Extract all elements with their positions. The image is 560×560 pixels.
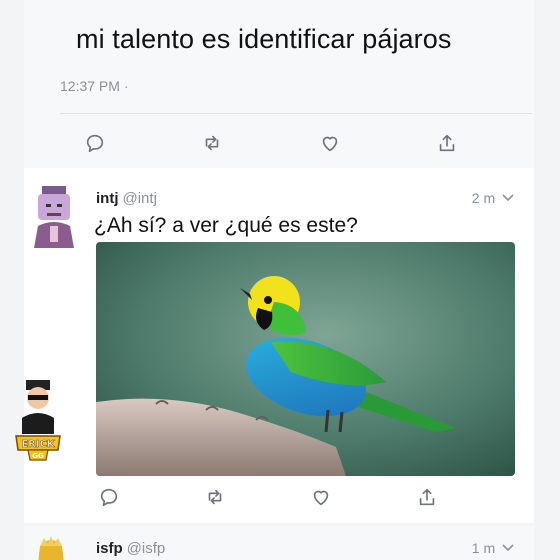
heart-icon[interactable] <box>310 486 332 508</box>
heart-icon[interactable] <box>319 132 341 154</box>
share-icon[interactable] <box>436 132 458 154</box>
time-label: 1 m <box>471 540 496 556</box>
tweet-author[interactable]: isfp @isfp <box>96 540 165 557</box>
time-label: 2 m <box>471 190 496 206</box>
tweet-image[interactable] <box>96 242 515 476</box>
tweet-author[interactable]: intj @intj <box>96 190 157 207</box>
reply-icon[interactable] <box>98 486 120 508</box>
svg-text:GG: GG <box>32 452 44 460</box>
tweet-time: 1 m <box>472 540 514 556</box>
main-tweet: mi talento es identificar pájaros 12:37 … <box>24 0 534 168</box>
bird-photo <box>96 242 515 476</box>
tweet-time: 2 m <box>472 190 514 206</box>
reply-tweet: intj @intj 2 m ¿Ah sí? a ver ¿qué es este… <box>24 168 534 523</box>
next-tweet: isfp @isfp 1 m <box>24 526 534 560</box>
retweet-icon[interactable] <box>201 132 223 154</box>
avatar[interactable] <box>34 534 68 560</box>
display-name[interactable]: isfp <box>96 540 123 557</box>
reply-icon[interactable] <box>84 132 106 154</box>
tweet-text: ¿Ah sí? a ver ¿qué es este? <box>94 214 358 237</box>
chevron-down-icon[interactable] <box>502 193 514 203</box>
divider <box>60 113 532 114</box>
chevron-down-icon[interactable] <box>502 543 514 553</box>
watermark-logo: ERICK GG <box>15 380 61 461</box>
display-name[interactable]: intj <box>96 190 119 207</box>
retweet-icon[interactable] <box>204 486 226 508</box>
share-icon[interactable] <box>416 486 438 508</box>
tweet-timestamp[interactable]: 12:37 PM · <box>60 78 128 94</box>
svg-text:ERICK: ERICK <box>21 439 56 450</box>
tweet-text: mi talento es identificar pájaros <box>76 24 452 54</box>
handle[interactable]: @intj <box>123 190 157 207</box>
tweet-actions <box>84 132 458 154</box>
tweet-actions <box>98 486 438 508</box>
handle[interactable]: @isfp <box>127 540 166 557</box>
avatar[interactable] <box>32 186 76 248</box>
